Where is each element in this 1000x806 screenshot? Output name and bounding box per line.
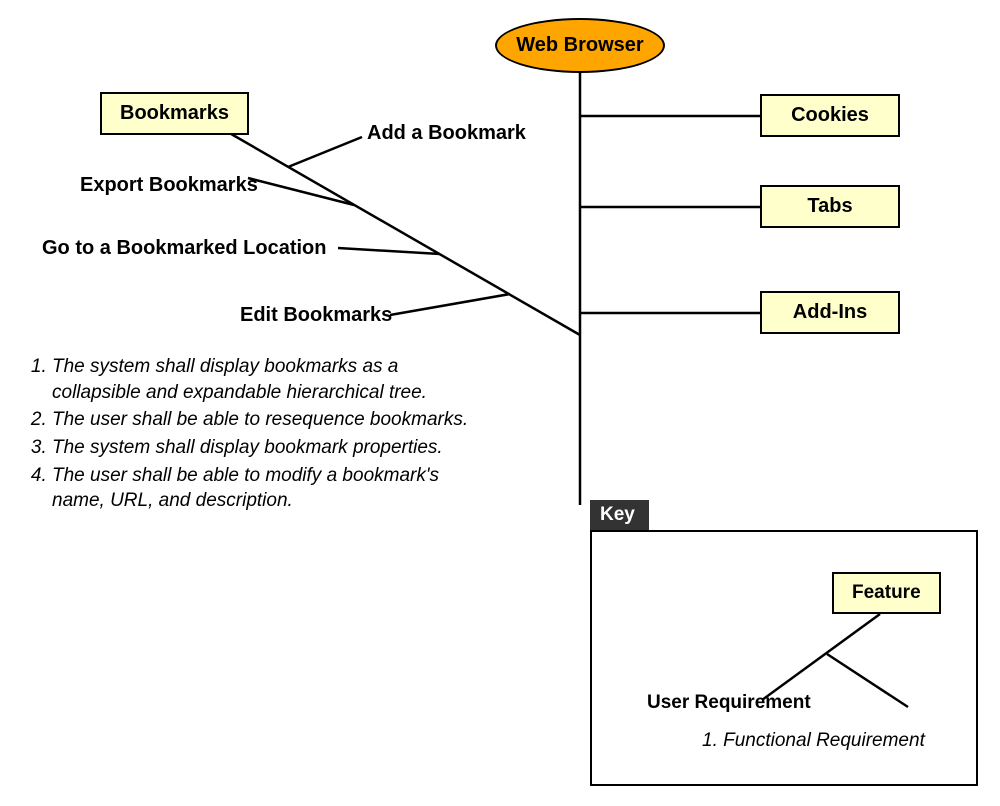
feature-tabs-label: Tabs [807,195,852,218]
root-node: Web Browser [495,18,665,73]
feature-addins: Add-Ins [760,291,900,334]
feature-addins-label: Add-Ins [793,301,867,324]
feature-tabs: Tabs [760,185,900,228]
branch-add-bookmark: Add a Bookmark [367,122,526,145]
feature-cookies-label: Cookies [791,104,869,127]
branch-export-bookmarks: Export Bookmarks [80,174,258,197]
key-user-requirement: User Requirement [647,692,811,714]
key-feature-node: Feature [832,572,941,614]
requirement-item: The user shall be able to resequence boo… [52,407,490,433]
requirement-item: The system shall display bookmark proper… [52,435,490,461]
branch-go-bookmarked: Go to a Bookmarked Location [42,237,326,260]
requirement-item: The user shall be able to modify a bookm… [52,463,490,514]
key-title: Key [590,500,649,530]
key-panel: Key Feature User Requirement 1. Function… [590,530,978,786]
feature-cookies: Cookies [760,94,900,137]
feature-bookmarks: Bookmarks [100,92,249,135]
branch-edit-bookmarks: Edit Bookmarks [240,304,392,327]
requirement-item: The system shall display bookmarks as a … [52,354,490,405]
requirements-list: The system shall display bookmarks as a … [30,354,490,516]
key-functional-requirement: 1. Functional Requirement [702,730,925,752]
root-label: Web Browser [516,34,643,57]
feature-bookmarks-label: Bookmarks [120,102,229,125]
